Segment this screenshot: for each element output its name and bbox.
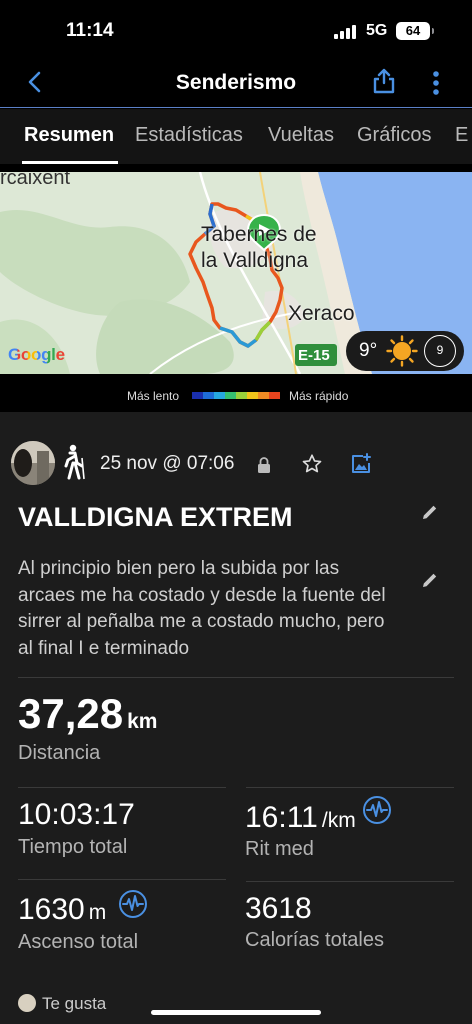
edit-description-icon[interactable]	[420, 570, 440, 590]
pace-legend: Más lento Más rápido	[0, 386, 472, 406]
more-vertical-icon[interactable]	[426, 70, 446, 96]
active-tab-indicator	[22, 161, 118, 164]
pace-color-segment	[247, 392, 258, 399]
activity-date: 25 nov @ 07:06	[100, 453, 235, 474]
elevation-chart-icon[interactable]	[118, 889, 148, 919]
add-photo-icon[interactable]	[350, 451, 374, 475]
battery-icon: 64	[396, 22, 434, 40]
tab-estadisticas[interactable]: Estadísticas	[135, 124, 243, 147]
lock-icon	[258, 457, 270, 473]
map-town-line2: la Valldigna	[201, 249, 309, 272]
pace-color-segment	[225, 392, 236, 399]
distance-unit: km	[127, 710, 158, 733]
pace-color-segment	[214, 392, 225, 399]
activity-title: VALLDIGNA EXTREM	[18, 502, 293, 532]
tab-vueltas[interactable]: Vueltas	[268, 124, 334, 147]
map-town-label: Tabernes de la Valldigna	[201, 222, 317, 274]
divider	[18, 879, 226, 880]
total-ascent-value: 1630	[18, 893, 85, 926]
divider	[246, 881, 454, 882]
total-ascent-value-wrap: 1630 m	[18, 893, 106, 927]
map-town-label-xeraco: Xeraco	[288, 302, 355, 325]
pace-color-segment	[269, 392, 280, 399]
likes-label: Te gusta	[42, 994, 107, 1013]
hiking-icon	[64, 444, 85, 480]
google-logo: Google	[8, 345, 65, 365]
pace-color-bar	[192, 392, 280, 399]
map-town-line1: Tabernes de	[201, 223, 317, 246]
sun-icon	[386, 335, 418, 367]
total-time-value: 10:03:17	[18, 798, 135, 831]
legend-slow-label: Más lento	[127, 389, 180, 403]
map-road-label: E-15	[298, 347, 330, 364]
edit-title-icon[interactable]	[420, 502, 440, 522]
liker-avatar	[18, 994, 36, 1012]
tab-resumen[interactable]: Resumen	[24, 124, 114, 147]
avatar[interactable]	[11, 441, 55, 485]
legend-fast-label: Más rápido	[289, 389, 349, 403]
calories-label: Calorías totales	[245, 929, 384, 951]
tab-bar: Resumen Estadísticas Vueltas Gráficos E	[0, 109, 472, 164]
star-icon[interactable]	[301, 453, 323, 475]
tab-graficos[interactable]: Gráficos	[357, 124, 431, 147]
avg-pace-label: Rit med	[245, 838, 314, 860]
map-place-label: rcaixent	[0, 172, 71, 189]
share-icon[interactable]	[372, 68, 396, 94]
avg-pace-value: 16:11	[245, 801, 318, 834]
nav-bar: Senderismo	[0, 62, 472, 108]
tab-more[interactable]: E	[455, 124, 468, 147]
total-ascent-unit: m	[88, 901, 107, 924]
avg-pace-unit: /km	[321, 809, 356, 832]
pace-color-segment	[203, 392, 214, 399]
calories-value: 3618	[245, 892, 312, 925]
total-ascent-label: Ascenso total	[18, 931, 139, 953]
divider	[246, 787, 454, 788]
divider	[18, 677, 454, 678]
heart-rate-icon[interactable]	[362, 795, 392, 825]
network-type: 5G	[366, 22, 388, 39]
wind-indicator: 9	[424, 335, 456, 367]
status-time: 11:14	[66, 20, 114, 41]
divider	[18, 787, 226, 788]
avg-pace-value-wrap: 16:11/km	[245, 801, 356, 835]
pace-color-segment	[258, 392, 269, 399]
distance-value-wrap: 37,28 km	[18, 690, 157, 738]
status-bar: 11:14 5G 64	[0, 0, 472, 62]
weather-badge: 9° 9	[346, 331, 464, 371]
distance-value: 37,28	[18, 690, 124, 737]
home-indicator[interactable]	[151, 1010, 321, 1015]
pace-color-segment	[236, 392, 247, 399]
distance-label: Distancia	[18, 742, 101, 764]
weather-temperature: 9°	[359, 340, 378, 361]
signal-icon	[334, 25, 356, 39]
pace-color-segment	[192, 392, 203, 399]
activity-description: Al principio bien pero la subida por las…	[18, 558, 386, 659]
google-attribution: Google	[8, 345, 65, 364]
total-time-label: Tiempo total	[18, 836, 128, 858]
page-title: Senderismo	[175, 71, 297, 94]
